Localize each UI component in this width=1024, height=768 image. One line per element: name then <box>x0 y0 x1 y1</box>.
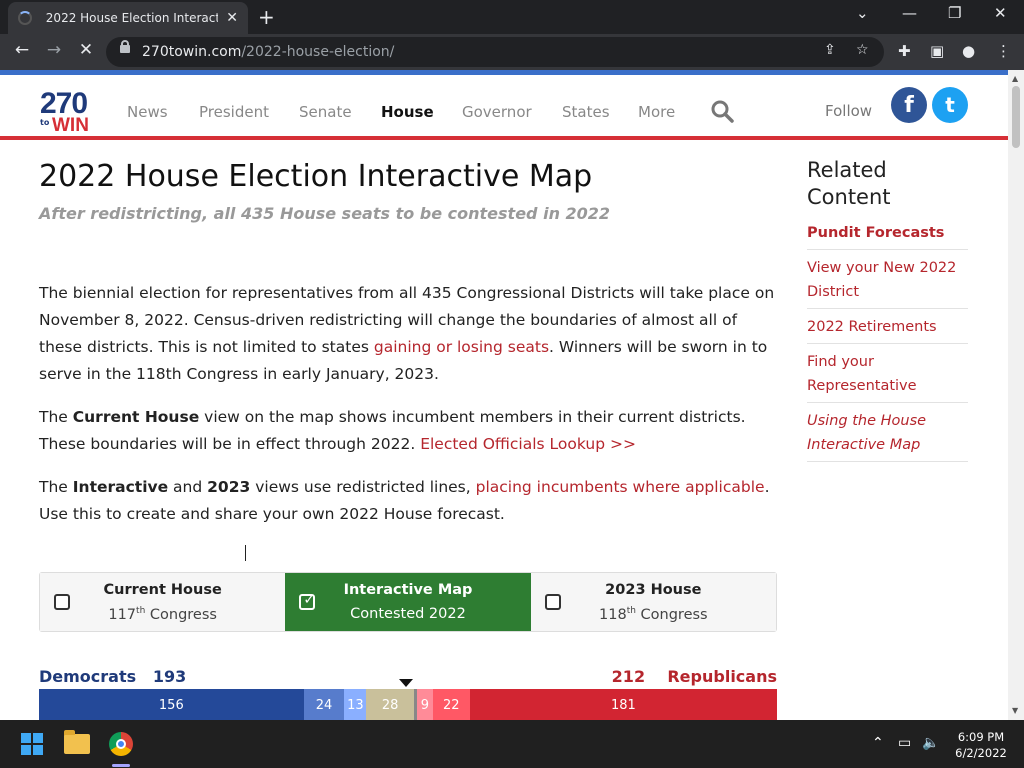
side-panel-icon[interactable]: ▣ <box>930 42 944 60</box>
nav-president[interactable]: President <box>199 103 269 121</box>
democrats-tally: Democrats 193 <box>39 667 187 686</box>
nav-news[interactable]: News <box>127 103 168 121</box>
restore-button[interactable]: ❐ <box>948 4 961 22</box>
seat-segment: 22 <box>432 689 470 720</box>
logo-win: WIN <box>52 115 89 136</box>
network-icon[interactable]: ▭ <box>898 735 911 751</box>
url-text: 270towin.com/2022-house-election/ <box>142 44 395 60</box>
lock-icon <box>120 40 130 53</box>
related-content-list: Pundit Forecasts View your New 2022 Distr… <box>807 218 968 465</box>
tab-search-icon[interactable]: ⌄ <box>856 4 869 22</box>
stop-loading-button[interactable]: ✕ <box>74 40 98 60</box>
view-interactive-map[interactable]: ✓ Interactive Map Contested 2022 <box>285 573 531 631</box>
page-title: 2022 House Election Interactive Map <box>39 159 593 194</box>
extensions-icon[interactable]: ✚ <box>898 42 911 60</box>
page-scrollbar[interactable]: ▲ ▼ <box>1008 70 1024 720</box>
loading-spinner-icon <box>18 11 32 25</box>
close-window-button[interactable]: ✕ <box>994 4 1007 22</box>
windows-taskbar: ⌃ ▭ 🔈 6:09 PM 6/2/2022 <box>0 720 1024 768</box>
tab-close-icon[interactable]: ✕ <box>226 10 238 26</box>
bookmark-star-icon[interactable]: ☆ <box>856 42 869 58</box>
seat-balance-bar: 156 24 13 28 9 22 181 <box>39 689 777 720</box>
profile-icon[interactable]: ● <box>962 42 975 60</box>
share-icon[interactable]: ⇪ <box>824 42 836 58</box>
site-header: 270 to WIN News President Senate House G… <box>0 75 1008 137</box>
seat-segment: 28 <box>366 689 414 720</box>
intro-paragraph: The biennial election for representative… <box>39 284 775 383</box>
seat-segment: 9 <box>417 689 433 720</box>
related-link[interactable]: View your New 2022 District <box>807 253 968 309</box>
related-link[interactable]: Pundit Forecasts <box>807 218 968 250</box>
scroll-up-icon[interactable]: ▲ <box>1012 74 1018 83</box>
active-app-indicator <box>112 764 130 767</box>
nav-governor[interactable]: Governor <box>462 103 532 121</box>
scrollbar-thumb[interactable] <box>1012 86 1020 148</box>
tab-title: 2022 House Election Interactive Map <box>45 11 219 25</box>
new-tab-button[interactable]: + <box>258 5 275 29</box>
minimize-button[interactable]: — <box>902 4 917 22</box>
scroll-down-icon[interactable]: ▼ <box>1012 706 1018 715</box>
forward-button[interactable]: → <box>42 40 66 60</box>
header-divider <box>0 136 1008 140</box>
elected-officials-lookup-link[interactable]: Elected Officials Lookup >> <box>420 435 636 453</box>
nav-states[interactable]: States <box>562 103 610 121</box>
chrome-icon[interactable] <box>109 732 133 756</box>
view-current-house[interactable]: Current House 117th Congress <box>40 573 286 631</box>
twitter-icon[interactable]: t <box>932 87 968 123</box>
related-link[interactable]: 2022 Retirements <box>807 312 968 344</box>
facebook-icon[interactable]: f <box>891 87 927 123</box>
menu-kebab-icon[interactable]: ⋮ <box>996 42 1011 60</box>
browser-tab[interactable]: 2022 House Election Interactive Map ✕ <box>8 2 248 34</box>
site-logo[interactable]: 270 to WIN <box>40 89 92 136</box>
related-link[interactable]: Using the House Interactive Map <box>807 406 968 462</box>
gaining-losing-seats-link[interactable]: gaining or losing seats <box>374 338 549 356</box>
seat-segment: 156 <box>39 689 304 720</box>
browser-tab-bar: 2022 House Election Interactive Map ✕ + … <box>0 0 1024 34</box>
related-link[interactable]: Find your Representative <box>807 347 968 403</box>
current-house-paragraph: The Current House view on the map shows … <box>39 408 746 453</box>
address-bar[interactable]: 270towin.com/2022-house-election/ ⇪ ☆ <box>106 37 884 67</box>
windows-start-icon[interactable] <box>21 733 43 755</box>
search-icon[interactable] <box>710 99 734 123</box>
view-2023-house[interactable]: 2023 House 118th Congress <box>530 573 776 631</box>
web-page: 270 to WIN News President Senate House G… <box>0 70 1008 720</box>
back-button[interactable]: ← <box>10 40 34 60</box>
seat-segment: 24 <box>303 689 345 720</box>
nav-house[interactable]: House <box>381 103 434 121</box>
logo-to: to <box>40 118 50 127</box>
seat-segment: 181 <box>469 689 777 720</box>
follow-label: Follow <box>825 102 873 120</box>
system-clock[interactable]: 6:09 PM 6/2/2022 <box>946 729 1016 761</box>
interactive-paragraph: The Interactive and 2023 views use redis… <box>39 478 770 523</box>
text-cursor-icon <box>245 545 246 561</box>
tray-chevron-icon[interactable]: ⌃ <box>872 735 884 751</box>
republicans-tally: 212 Republicans <box>611 667 777 686</box>
related-content-title: Related Content <box>807 158 891 209</box>
browser-toolbar: ← → ✕ 270towin.com/2022-house-election/ … <box>0 34 1024 70</box>
file-explorer-icon[interactable] <box>64 730 90 754</box>
nav-senate[interactable]: Senate <box>299 103 352 121</box>
page-subtitle: After redistricting, all 435 House seats… <box>39 204 611 223</box>
placing-incumbents-link[interactable]: placing incumbents where applicable <box>476 478 765 496</box>
volume-icon[interactable]: 🔈 <box>922 735 939 751</box>
nav-more[interactable]: More <box>638 103 675 121</box>
majority-marker-icon <box>399 679 413 687</box>
seat-segment: 13 <box>344 689 367 720</box>
map-view-selector: Current House 117th Congress ✓ Interacti… <box>39 572 777 632</box>
